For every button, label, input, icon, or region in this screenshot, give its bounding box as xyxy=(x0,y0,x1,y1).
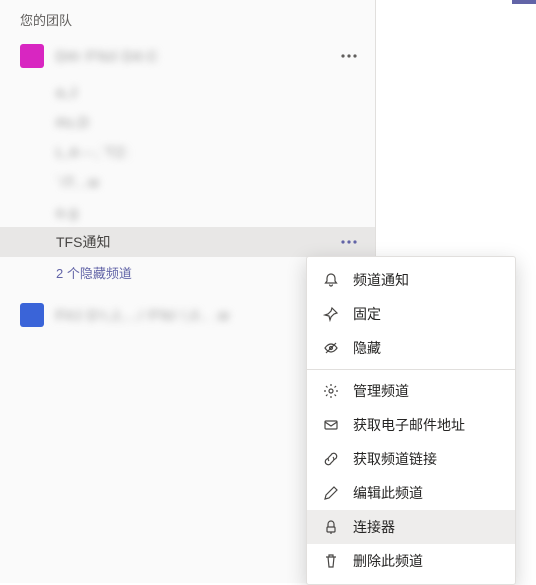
link-icon xyxy=(321,449,341,469)
more-icon xyxy=(341,54,357,58)
accent-bar xyxy=(512,0,536,4)
gear-icon xyxy=(321,381,341,401)
team-row[interactable]: D#r F%il D4:C xyxy=(0,35,375,77)
channel-label: TFS通知 xyxy=(56,232,335,252)
menu-divider xyxy=(307,369,515,370)
menu-label: 获取频道链接 xyxy=(353,449,437,469)
channel-context-menu: 频道通知 固定 隐藏 管理频道 获取电子邮件地址 获取频道链接 编 xyxy=(306,256,516,585)
menu-hide[interactable]: 隐藏 xyxy=(307,331,515,365)
menu-label: 删除此频道 xyxy=(353,551,423,571)
menu-get-link[interactable]: 获取频道链接 xyxy=(307,442,515,476)
channel-row[interactable]: `iT...w xyxy=(0,167,375,197)
channel-more-button[interactable] xyxy=(335,228,363,256)
menu-get-email[interactable]: 获取电子邮件地址 xyxy=(307,408,515,442)
team-avatar xyxy=(20,44,44,68)
team-name: D#r F%il D4:C xyxy=(56,48,335,64)
menu-label: 获取电子邮件地址 xyxy=(353,415,465,435)
menu-pin[interactable]: 固定 xyxy=(307,297,515,331)
channel-row[interactable]: #o,D xyxy=(0,107,375,137)
mail-icon xyxy=(321,415,341,435)
menu-label: 固定 xyxy=(353,304,381,324)
connector-icon xyxy=(321,517,341,537)
team-avatar xyxy=(20,303,44,327)
menu-label: 编辑此频道 xyxy=(353,483,423,503)
menu-label: 连接器 xyxy=(353,517,395,537)
menu-label: 管理频道 xyxy=(353,381,409,401)
channel-row-selected[interactable]: TFS通知 xyxy=(0,227,375,257)
team-more-button[interactable] xyxy=(335,42,363,70)
menu-delete-channel[interactable]: 删除此频道 xyxy=(307,544,515,578)
more-icon xyxy=(341,240,357,244)
menu-channel-notifications[interactable]: 频道通知 xyxy=(307,263,515,297)
menu-label: 频道通知 xyxy=(353,270,409,290)
menu-edit-channel[interactable]: 编辑此频道 xyxy=(307,476,515,510)
section-header-your-teams: 您的团队 xyxy=(0,0,375,35)
channel-row[interactable]: a.g xyxy=(0,197,375,227)
bell-icon xyxy=(321,270,341,290)
trash-icon xyxy=(321,551,341,571)
pin-icon xyxy=(321,304,341,324)
pencil-icon xyxy=(321,483,341,503)
menu-manage-channel[interactable]: 管理频道 xyxy=(307,374,515,408)
menu-connectors[interactable]: 连接器 xyxy=(307,510,515,544)
channel-row[interactable]: L,4---,`TZ: xyxy=(0,137,375,167)
channel-row[interactable]: a,J xyxy=(0,77,375,107)
menu-label: 隐藏 xyxy=(353,338,381,358)
hide-icon xyxy=(321,338,341,358)
